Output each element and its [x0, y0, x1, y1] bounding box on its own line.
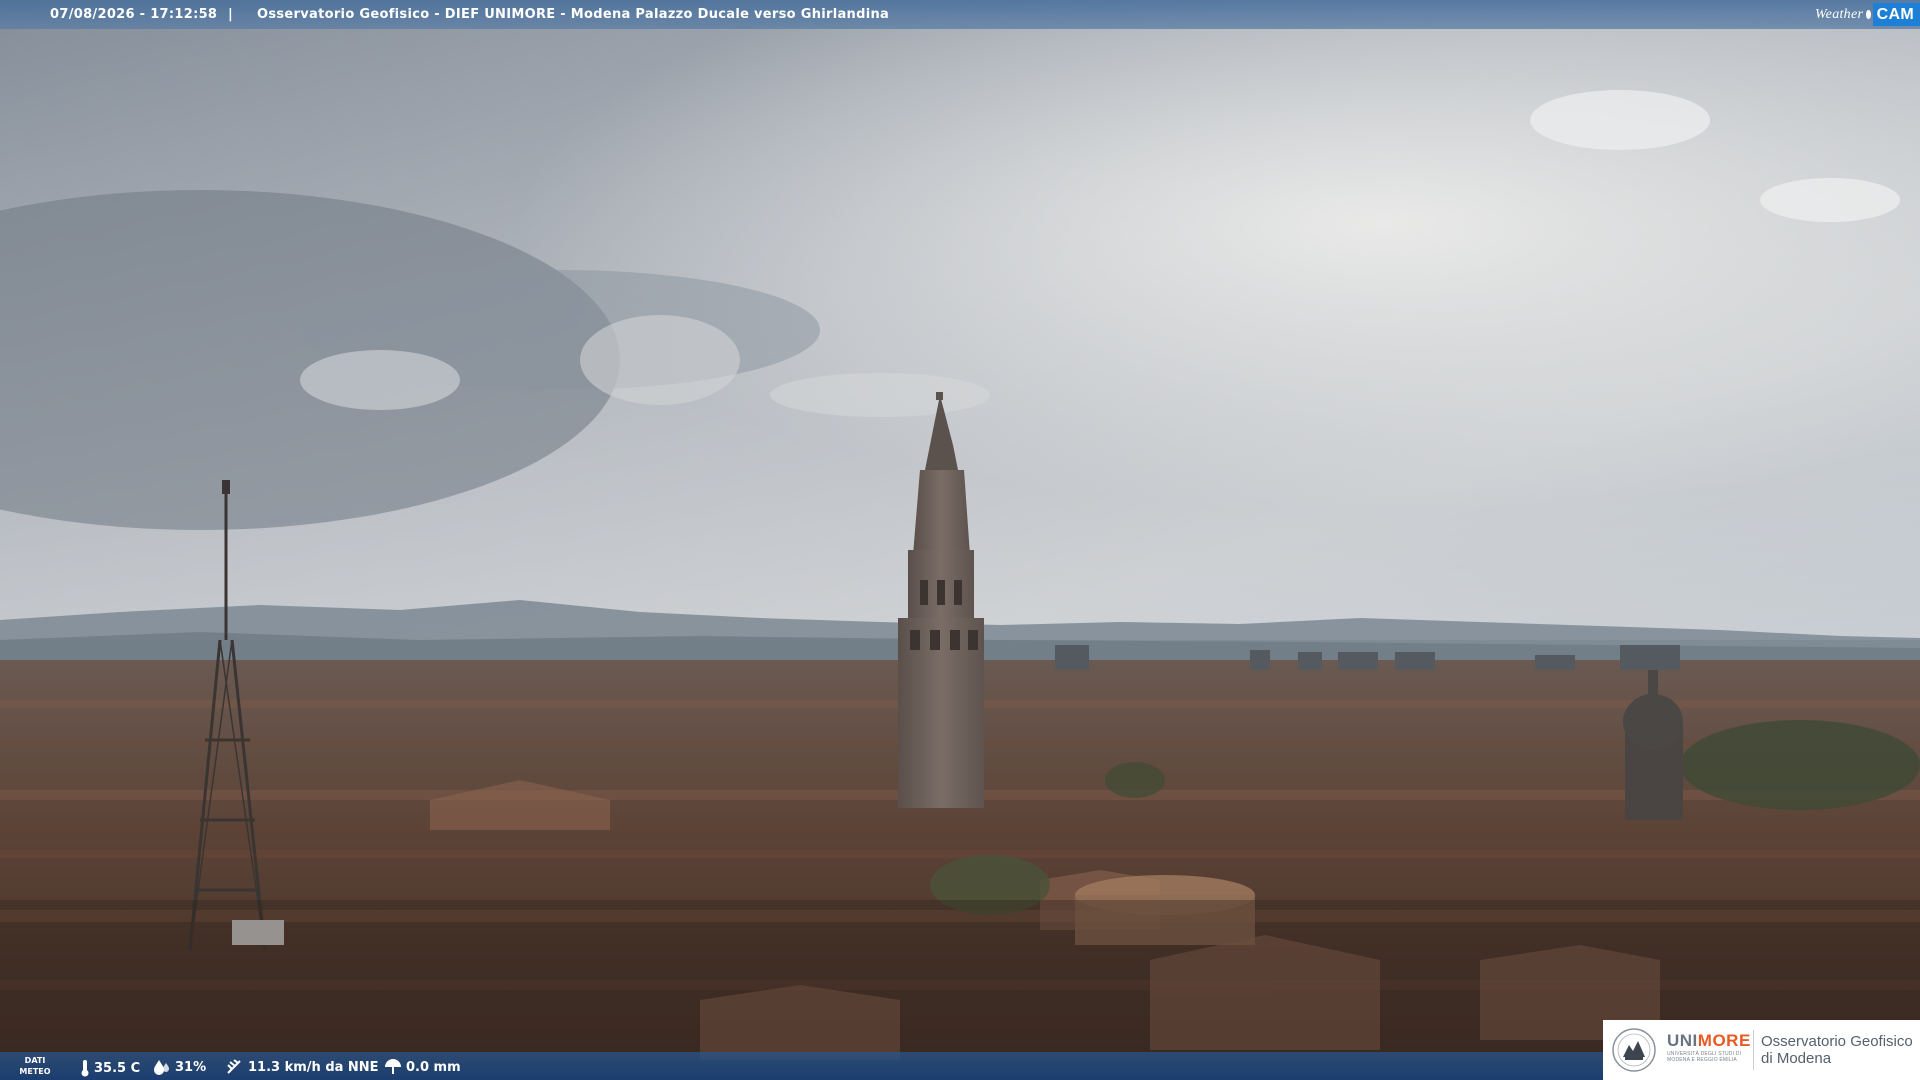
webcam-scene	[0, 0, 1920, 1080]
rain-gauge-icon	[385, 1059, 401, 1074]
temperature-reading: 35.5 C	[80, 1059, 140, 1077]
temperature-value: 35.5 C	[94, 1060, 141, 1076]
observatory-name: Osservatorio Geofisico di Modena	[1761, 1033, 1913, 1067]
observatory-line1: Osservatorio Geofisico	[1761, 1033, 1913, 1050]
timestamp: 07/08/2026 - 17:12:58	[50, 7, 218, 22]
unimore-subtitle: UNIVERSITÀ DEGLI STUDI DI MODENA E REGGI…	[1667, 1051, 1742, 1063]
logo-dot-icon	[1866, 10, 1871, 19]
observatory-line2: di Modena	[1761, 1050, 1832, 1067]
header-separator: |	[228, 7, 234, 22]
wind-value: 11.3 km/h da NNE	[248, 1059, 379, 1075]
weather-data-label: DATI METEO	[17, 1055, 53, 1077]
unimore-wordmark-part2: MORE	[1697, 1031, 1751, 1050]
unimore-wordmark: UNIMORE	[1667, 1031, 1751, 1051]
unimore-logo-box: UNIMORE UNIVERSITÀ DEGLI STUDI DI MODENA…	[1603, 1020, 1920, 1080]
camera-location: Osservatorio Geofisico - DIEF UNIMORE - …	[257, 7, 890, 22]
weather-data-bar: DATI METEO 35.5 C 31% 11.3 km/h da NNE 0…	[0, 1052, 1603, 1080]
logo-cam-text: CAM	[1872, 3, 1920, 26]
rain-value: 0.0 mm	[406, 1059, 461, 1075]
webcam-frame: 07/08/2026 - 17:12:58 | Osservatorio Geo…	[0, 0, 1920, 1080]
humidity-drop-icon	[154, 1060, 169, 1075]
branding-divider	[1753, 1030, 1754, 1070]
header-bar: 07/08/2026 - 17:12:58 | Osservatorio Geo…	[0, 0, 1920, 29]
wind-reading: 11.3 km/h da NNE	[226, 1059, 379, 1075]
wind-icon	[227, 1059, 241, 1074]
unimore-wordmark-part1: UNI	[1667, 1031, 1698, 1050]
weathercam-logo: Weather CAM	[1815, 0, 1920, 29]
logo-weather-text: Weather	[1815, 6, 1864, 22]
university-seal-icon	[1612, 1028, 1656, 1072]
rain-reading: 0.0 mm	[384, 1059, 461, 1075]
humidity-reading: 31%	[153, 1059, 206, 1075]
humidity-value: 31%	[175, 1059, 207, 1075]
weather-label-line1: DATI	[24, 1056, 46, 1065]
weather-label-line2: METEO	[19, 1067, 51, 1076]
thermometer-icon	[81, 1060, 89, 1077]
